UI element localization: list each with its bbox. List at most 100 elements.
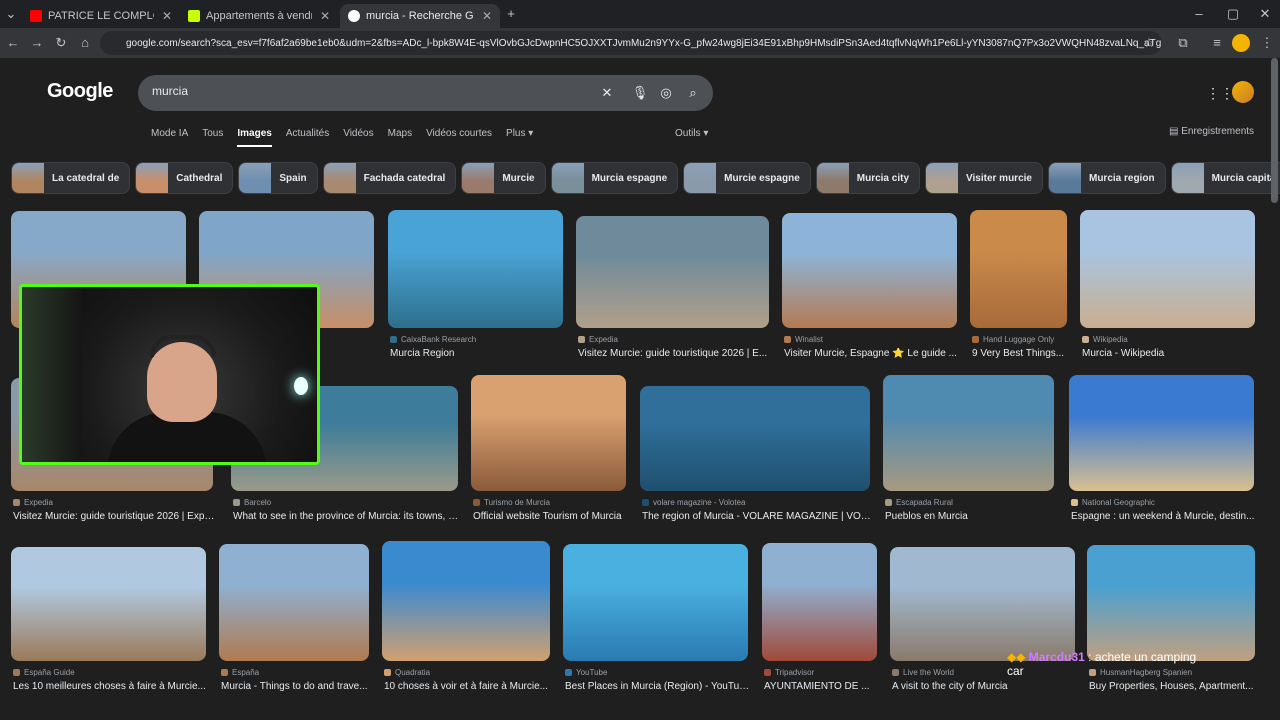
result-title[interactable]: Buy Properties, Houses, Apartment... xyxy=(1089,681,1257,692)
image-result[interactable]: Turismo de Murcia Official website Touris… xyxy=(471,375,626,535)
image-result[interactable]: España Guide Les 10 meilleures choses à f… xyxy=(11,547,206,705)
result-source[interactable]: Expedia xyxy=(13,498,215,507)
tab-mode-ia[interactable]: Mode IA xyxy=(151,128,188,147)
tab-tous[interactable]: Tous xyxy=(202,128,223,147)
image-result[interactable]: Tripadvisor AYUNTAMIENTO DE ... xyxy=(762,543,877,705)
result-thumbnail[interactable] xyxy=(1069,375,1254,491)
tab-videos-courtes[interactable]: Vidéos courtes xyxy=(426,128,492,147)
result-source[interactable]: volare magazine - Volotea xyxy=(642,498,872,507)
result-thumbnail[interactable] xyxy=(1080,210,1255,328)
minimize-icon[interactable]: – xyxy=(1190,5,1208,23)
search-icon[interactable]: ⌕ xyxy=(684,84,702,102)
back-icon[interactable]: ← xyxy=(4,34,22,52)
chip[interactable]: La catedral de xyxy=(11,162,131,194)
result-title[interactable]: Murcia - Things to do and trave... xyxy=(221,681,371,692)
saved-button[interactable]: ▤ Enregistrements xyxy=(1169,126,1254,137)
result-source[interactable]: CaixaBank Research xyxy=(390,335,565,344)
result-title[interactable]: AYUNTAMIENTO DE ... xyxy=(764,681,879,692)
result-thumbnail[interactable] xyxy=(762,543,877,661)
page-scrollbar[interactable] xyxy=(1271,58,1278,203)
result-title[interactable]: What to see in the province of Murcia: i… xyxy=(233,511,460,522)
result-source[interactable]: Quadratia xyxy=(384,668,552,677)
result-title[interactable]: Pueblos en Murcia xyxy=(885,511,1056,522)
image-result[interactable]: Wikipedia Murcia - Wikipedia xyxy=(1080,210,1255,372)
result-source[interactable]: Hand Luggage Only xyxy=(972,335,1069,344)
image-result[interactable]: Expedia Visitez Murcie: guide touristique… xyxy=(576,216,769,372)
result-source[interactable]: España xyxy=(221,668,371,677)
chip[interactable]: Fachada catedral xyxy=(322,162,457,194)
result-thumbnail[interactable] xyxy=(11,547,206,661)
close-icon[interactable]: ✕ xyxy=(482,9,492,23)
chip[interactable]: Visiter murcie xyxy=(925,162,1043,194)
address-bar[interactable]: google.com/search?sca_esv=f7f6af2a69be1e… xyxy=(100,31,1162,55)
close-icon[interactable]: ✕ xyxy=(162,9,172,23)
maximize-icon[interactable]: ▢ xyxy=(1224,5,1242,23)
image-result[interactable]: España Murcia - Things to do and trave... xyxy=(219,544,369,705)
result-source[interactable]: Wikipedia xyxy=(1082,335,1257,344)
result-thumbnail[interactable] xyxy=(1087,545,1255,661)
clear-icon[interactable]: ✕ xyxy=(598,84,616,102)
result-thumbnail[interactable] xyxy=(219,544,369,661)
menu-icon[interactable]: ⋮ xyxy=(1258,34,1276,52)
result-thumbnail[interactable] xyxy=(471,375,626,491)
tab-maps[interactable]: Maps xyxy=(388,128,412,147)
result-thumbnail[interactable] xyxy=(563,544,748,661)
result-title[interactable]: 10 choses à voir et à faire à Murcie... xyxy=(384,681,552,692)
result-title[interactable]: Visitez Murcie: guide touristique 2026 |… xyxy=(13,511,215,522)
result-source[interactable]: Turismo de Murcia xyxy=(473,498,628,507)
chip[interactable]: Murcia espagne xyxy=(550,162,679,194)
chip[interactable]: Murcia region xyxy=(1047,162,1166,194)
profile-icon[interactable] xyxy=(1232,34,1250,52)
result-source[interactable]: National Geographic xyxy=(1071,498,1256,507)
new-tab-button[interactable]: + xyxy=(502,5,520,23)
tab-1[interactable]: PATRICE LE COMPLOTISTE, 73 A ✕ xyxy=(22,4,180,28)
image-result[interactable]: YouTube Best Places in Murcia (Region) - … xyxy=(563,544,750,705)
tab-videos[interactable]: Vidéos xyxy=(343,128,373,147)
avatar[interactable] xyxy=(1232,81,1254,103)
image-result[interactable]: Hand Luggage Only 9 Very Best Things... xyxy=(970,210,1067,372)
search-input[interactable] xyxy=(152,84,572,98)
result-title[interactable]: Murcia - Wikipedia xyxy=(1082,348,1257,359)
image-result[interactable]: Quadratia 10 choses à voir et à faire à M… xyxy=(382,541,550,705)
result-title[interactable]: A visit to the city of Murcia xyxy=(892,681,1077,692)
result-thumbnail[interactable] xyxy=(970,210,1067,328)
reading-list-icon[interactable]: ≡ xyxy=(1208,34,1226,52)
google-logo[interactable]: Google xyxy=(47,80,113,103)
image-result[interactable]: CaixaBank Research Murcia Region xyxy=(388,210,563,372)
result-source[interactable]: Escapada Rural xyxy=(885,498,1056,507)
image-result[interactable]: HusmanHagberg Spanien Buy Properties, Hou… xyxy=(1087,545,1255,705)
tab-plus[interactable]: Plus ▾ xyxy=(506,128,533,147)
result-thumbnail[interactable] xyxy=(382,541,550,661)
result-source[interactable]: Winalist xyxy=(784,335,959,344)
result-thumbnail[interactable] xyxy=(890,547,1075,661)
result-title[interactable]: Visiter Murcie, Espagne ⭐ Le guide ... xyxy=(784,348,959,359)
result-title[interactable]: The region of Murcia - VOLARE MAGAZINE |… xyxy=(642,511,872,522)
result-title[interactable]: Visitez Murcie: guide touristique 2026 |… xyxy=(578,348,771,359)
result-thumbnail[interactable] xyxy=(576,216,769,328)
reload-icon[interactable]: ↻ xyxy=(52,34,70,52)
tools-button[interactable]: Outils ▾ xyxy=(675,128,708,139)
chip[interactable]: Murcie xyxy=(461,162,546,194)
lens-icon[interactable]: ◎ xyxy=(657,84,675,102)
result-title[interactable]: Murcia Region xyxy=(390,348,565,359)
chip[interactable]: Cathedral xyxy=(135,162,234,194)
search-box[interactable]: ✕ 🎙 ◎ ⌕ xyxy=(138,75,713,111)
tab-images[interactable]: Images xyxy=(237,128,272,147)
result-source[interactable]: España Guide xyxy=(13,668,208,677)
tab-actualites[interactable]: Actualités xyxy=(286,128,329,147)
tab-3[interactable]: murcia - Recherche Google ✕ xyxy=(340,4,500,28)
close-icon[interactable]: ✕ xyxy=(320,9,330,23)
result-title[interactable]: 9 Very Best Things... xyxy=(972,348,1069,359)
image-result[interactable]: volare magazine - Volotea The region of M… xyxy=(640,386,872,535)
forward-icon[interactable]: → xyxy=(28,34,46,52)
result-source[interactable]: Barcelo xyxy=(233,498,460,507)
image-result[interactable]: Live the World A visit to the city of Mur… xyxy=(890,547,1075,705)
microphone-icon[interactable]: 🎙 xyxy=(631,84,649,102)
result-source[interactable]: YouTube xyxy=(565,668,750,677)
home-icon[interactable]: ⌂ xyxy=(76,34,94,52)
bookmark-star-icon[interactable]: ☆ xyxy=(1140,34,1158,52)
image-result[interactable]: National Geographic Espagne : un weekend … xyxy=(1069,375,1254,535)
extensions-icon[interactable]: ⧉ xyxy=(1174,34,1192,52)
chip[interactable]: Spain xyxy=(238,162,318,194)
result-title[interactable]: Best Places in Murcia (Region) - YouTube xyxy=(565,681,750,692)
